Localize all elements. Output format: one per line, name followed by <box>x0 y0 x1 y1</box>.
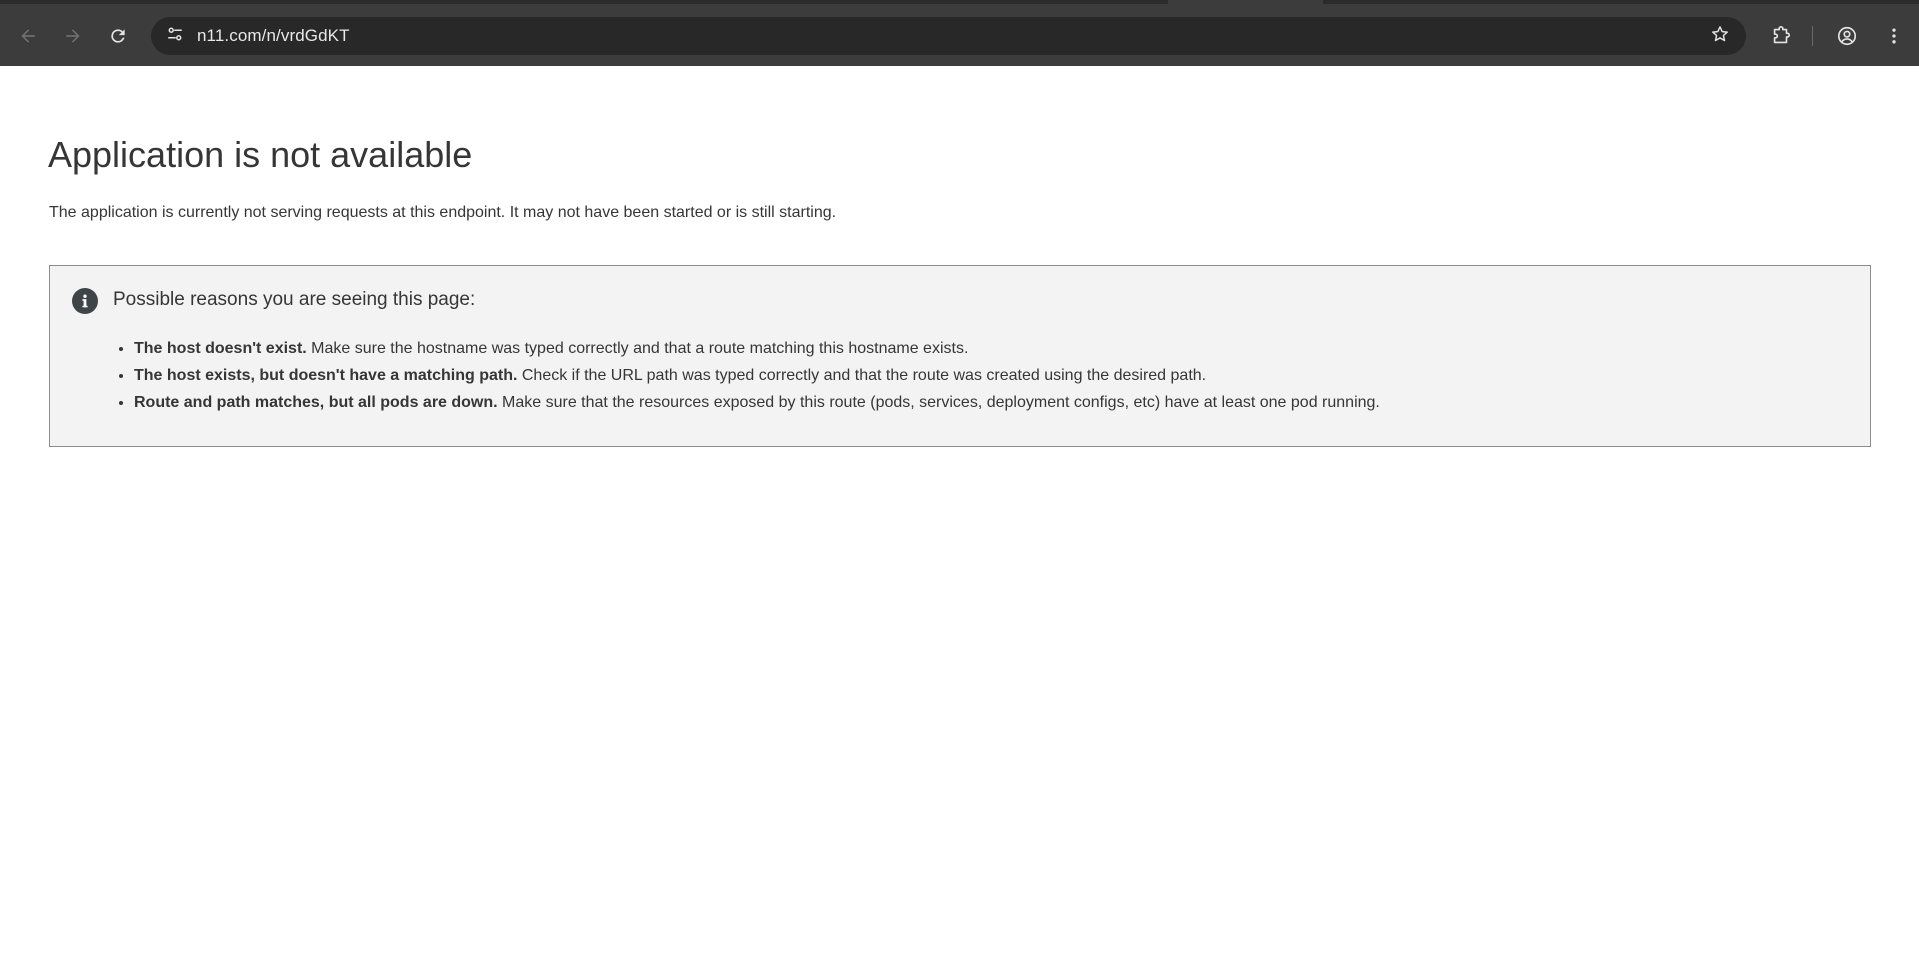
account-circle-icon <box>1836 25 1858 47</box>
puzzle-icon <box>1770 25 1792 47</box>
info-icon <box>72 288 98 314</box>
alert-heading: Possible reasons you are seeing this pag… <box>113 289 476 310</box>
reason-title: The host exists, but doesn't have a matc… <box>134 367 518 384</box>
star-icon <box>1710 24 1730 49</box>
reason-text: Check if the URL path was typed correctl… <box>517 367 1207 384</box>
tab-strip <box>0 0 1919 4</box>
reason-item: Route and path matches, but all pods are… <box>134 389 1380 416</box>
browser-toolbar: n11.com/n/vrdGdKT <box>0 0 1919 66</box>
reload-icon <box>108 26 128 46</box>
url-text[interactable]: n11.com/n/vrdGdKT <box>197 26 350 46</box>
reason-title: Route and path matches, but all pods are… <box>134 394 498 411</box>
profile-button[interactable] <box>1831 20 1863 52</box>
reason-title: The host doesn't exist. <box>134 340 307 357</box>
more-vert-icon <box>1884 26 1904 46</box>
forward-button[interactable] <box>57 20 89 52</box>
active-tab-edge[interactable] <box>1168 0 1323 4</box>
page-description: The application is currently not serving… <box>49 204 837 221</box>
bookmark-button[interactable] <box>1704 20 1736 52</box>
toolbar-divider <box>1812 26 1813 46</box>
extensions-button[interactable] <box>1765 20 1797 52</box>
reload-button[interactable] <box>102 20 134 52</box>
reason-item: The host doesn't exist. Make sure the ho… <box>134 335 1380 362</box>
info-alert: Possible reasons you are seeing this pag… <box>49 265 1871 447</box>
reason-item: The host exists, but doesn't have a matc… <box>134 362 1380 389</box>
tune-icon <box>166 25 184 48</box>
back-arrow-icon <box>18 26 38 46</box>
reasons-list: The host doesn't exist. Make sure the ho… <box>113 335 1380 416</box>
back-button[interactable] <box>12 20 44 52</box>
page-title: Application is not available <box>48 134 473 175</box>
reason-text: Make sure that the resources exposed by … <box>497 394 1380 411</box>
address-bar[interactable]: n11.com/n/vrdGdKT <box>151 17 1746 55</box>
page-content: Application is not available The applica… <box>0 66 1919 975</box>
reason-text: Make sure the hostname was typed correct… <box>306 340 969 357</box>
site-info-button[interactable] <box>159 20 191 52</box>
forward-arrow-icon <box>63 26 83 46</box>
menu-button[interactable] <box>1878 20 1910 52</box>
